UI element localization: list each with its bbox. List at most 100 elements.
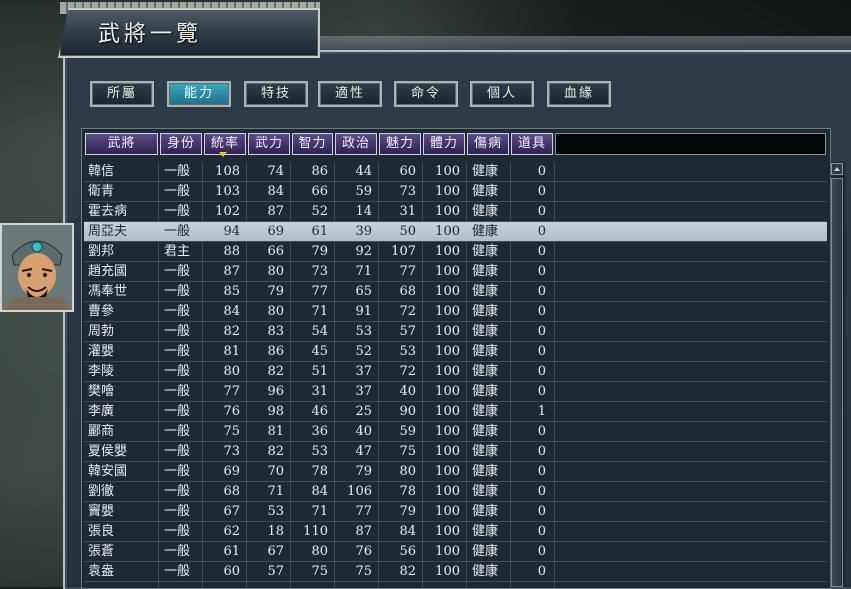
cell-政治: 77 (355, 504, 372, 519)
cell-傷病: 健康 (472, 364, 499, 379)
cell-智力: 110 (303, 524, 328, 539)
table-row[interactable]: 馮奉世 一般 85 79 77 65 68 100 健康 0 (84, 282, 827, 302)
cell-道具: 0 (537, 444, 546, 459)
column-header-3[interactable]: 武力 (248, 133, 290, 155)
table-row[interactable]: 袁盎 一般 60 57 75 75 82 100 健康 0 (84, 562, 827, 582)
general-portrait (0, 223, 74, 312)
cell-道具: 0 (537, 484, 546, 499)
cell-道具: 0 (537, 464, 546, 479)
column-header-7[interactable]: 體力 (423, 133, 465, 155)
table-row[interactable]: 韓安國 一般 69 70 78 79 80 100 健康 0 (84, 462, 827, 482)
cell-傷病: 健康 (472, 244, 499, 259)
cell-武將: 衛青 (88, 184, 115, 199)
cell-體力: 100 (435, 344, 460, 359)
cell-身份: 一般 (164, 444, 191, 459)
table-row[interactable]: 衛青 一般 103 84 66 59 73 100 健康 0 (84, 182, 827, 202)
table-row[interactable]: 竇嬰 一般 67 53 71 77 79 100 健康 0 (84, 502, 827, 522)
tab-5[interactable]: 個人 (470, 81, 534, 107)
cell-武力: 86 (267, 344, 284, 359)
cell-身份: 一般 (164, 324, 191, 339)
cell-體力: 100 (435, 424, 460, 439)
cell-智力: 86 (311, 164, 328, 179)
table-row[interactable]: 灌嬰 一般 81 86 45 52 53 100 健康 0 (84, 342, 827, 362)
sort-indicator-icon (219, 152, 227, 157)
cell-魅力: 107 (391, 244, 416, 259)
cell-體力: 100 (435, 304, 460, 319)
tab-0[interactable]: 所屬 (90, 81, 154, 107)
header-blank-area (555, 133, 826, 155)
column-header-0[interactable]: 武將 (85, 133, 158, 155)
cell-體力: 100 (435, 224, 460, 239)
cell-政治: 40 (355, 424, 372, 439)
table-row[interactable]: 酈商 一般 75 81 36 40 59 100 健康 0 (84, 422, 827, 442)
cell-政治: 65 (355, 284, 372, 299)
table-row[interactable]: 霍去病 一般 102 87 52 14 31 100 健康 0 (84, 202, 827, 222)
cell-統率: 67 (223, 504, 240, 519)
cell-道具: 1 (537, 404, 546, 419)
table-row[interactable]: 韓信 一般 108 74 86 44 60 100 健康 0 (84, 162, 827, 182)
table-row[interactable]: 樊噲 一般 77 96 31 37 40 100 健康 0 (84, 382, 827, 402)
cell-智力: 71 (311, 504, 328, 519)
cell-魅力: 77 (399, 264, 416, 279)
cell-體力: 100 (435, 524, 460, 539)
cell-身份: 君主 (164, 244, 191, 259)
cell-統率: 69 (223, 464, 240, 479)
cell-道具: 0 (537, 204, 546, 219)
cell-魅力: 75 (399, 444, 416, 459)
table-row[interactable]: 周亞夫 一般 94 69 61 39 50 100 健康 0 (84, 222, 827, 242)
cell-武力: 82 (267, 364, 284, 379)
table-row[interactable]: 李陵 一般 80 82 51 37 72 100 健康 0 (84, 362, 827, 382)
cell-身份: 一般 (164, 524, 191, 539)
column-header-5[interactable]: 政治 (335, 133, 377, 155)
cell-武將: 周勃 (88, 324, 115, 339)
tab-2[interactable]: 特技 (244, 81, 308, 107)
table-row[interactable]: 張蒼 一般 61 67 80 76 56 100 健康 0 (84, 542, 827, 562)
cell-武將: 張蒼 (88, 544, 115, 559)
cell-武力: 57 (267, 564, 284, 579)
column-header-4[interactable]: 智力 (292, 133, 333, 155)
cell-傷病: 健康 (472, 204, 499, 219)
scrollbar-thumb[interactable] (831, 178, 843, 587)
table-row[interactable]: 趙充國 一般 87 80 73 71 77 100 健康 0 (84, 262, 827, 282)
cell-道具: 0 (537, 184, 546, 199)
column-header-8[interactable]: 傷病 (467, 133, 509, 155)
cell-武將: 霍去病 (88, 204, 128, 219)
cell-魅力: 78 (399, 484, 416, 499)
cell-武將: 夏侯嬰 (88, 444, 128, 459)
cell-統率: 108 (215, 164, 240, 179)
cell-體力: 100 (435, 504, 460, 519)
table-row[interactable]: 周勃 一般 82 83 54 53 57 100 健康 0 (84, 322, 827, 342)
column-header-9[interactable]: 道具 (511, 133, 553, 155)
table-row[interactable]: 劉邦 君主 88 66 79 92 107 100 健康 0 (84, 242, 827, 262)
column-header-6[interactable]: 魅力 (379, 133, 421, 155)
cell-身份: 一般 (164, 544, 191, 559)
tab-3[interactable]: 適性 (318, 81, 382, 107)
cell-魅力: 82 (399, 564, 416, 579)
table-row[interactable]: 李廣 一般 76 98 46 25 90 100 健康 1 (84, 402, 827, 422)
cell-魅力: 90 (399, 404, 416, 419)
tab-1[interactable]: 能力 (167, 81, 231, 107)
cell-體力: 100 (435, 444, 460, 459)
cell-武將: 樊噲 (88, 384, 115, 399)
cell-道具: 0 (537, 264, 546, 279)
cell-智力: 71 (311, 304, 328, 319)
cell-道具: 0 (537, 544, 546, 559)
cell-身份: 一般 (164, 204, 191, 219)
tab-6[interactable]: 血緣 (547, 81, 611, 107)
table-row[interactable]: 張良 一般 62 18 110 87 84 100 健康 0 (84, 522, 827, 542)
cell-道具: 0 (537, 164, 546, 179)
cell-傷病: 健康 (472, 404, 499, 419)
cell-體力: 100 (435, 184, 460, 199)
cell-智力: 78 (311, 464, 328, 479)
scroll-up-icon[interactable] (831, 163, 843, 175)
cell-體力: 100 (435, 564, 460, 579)
table-row[interactable]: 夏侯嬰 一般 73 82 53 47 75 100 健康 0 (84, 442, 827, 462)
cell-道具: 0 (537, 324, 546, 339)
cell-魅力: 79 (399, 504, 416, 519)
table-row[interactable]: 劉徹 一般 68 71 84 106 78 100 健康 0 (84, 482, 827, 502)
column-header-1[interactable]: 身份 (160, 133, 202, 155)
cell-智力: 36 (311, 424, 328, 439)
table-row[interactable]: 曹參 一般 84 80 71 91 72 100 健康 0 (84, 302, 827, 322)
tab-4[interactable]: 命令 (394, 81, 458, 107)
cell-道具: 0 (537, 304, 546, 319)
